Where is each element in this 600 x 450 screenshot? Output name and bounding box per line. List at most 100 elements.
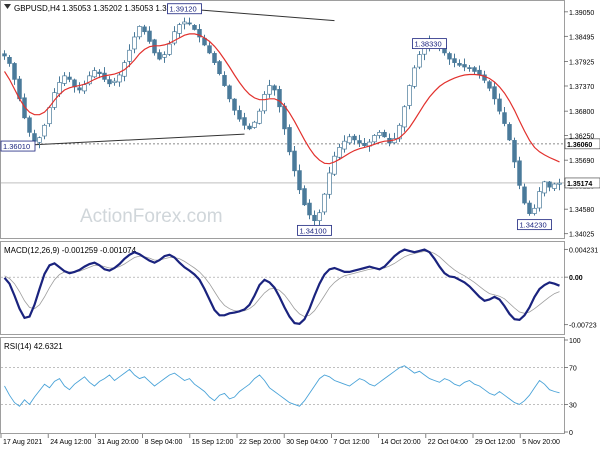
candle-body: [97, 71, 102, 74]
candle-body: [302, 188, 307, 206]
time-tick-label: 30 Sep 04:00: [286, 439, 328, 446]
candle-body: [497, 98, 502, 112]
candle-body: [282, 105, 287, 130]
candle-body: [292, 150, 297, 172]
candle-body: [107, 79, 112, 85]
candle-body: [252, 121, 257, 128]
candle-body: [552, 183, 557, 189]
rsi-tick-label: 70: [569, 366, 577, 373]
candle-body: [332, 155, 337, 175]
price-axis: 1.390501.384951.379251.373701.368001.362…: [564, 10, 600, 239]
candle-body: [62, 75, 67, 84]
candle-body: [322, 193, 327, 213]
price-tick-label: 1.38495: [569, 34, 594, 41]
candle-body: [502, 112, 507, 124]
time-tick-label: 7 Oct 12:00: [333, 439, 369, 446]
symbol-label: GBPUSD,H4: [14, 4, 61, 13]
candle-body: [492, 86, 497, 100]
candle-body: [247, 125, 252, 130]
candle-body: [517, 160, 522, 186]
candle-body: [307, 202, 312, 216]
watermark: ActionForex.com: [80, 206, 223, 227]
candle-body: [157, 52, 162, 60]
candle-body: [147, 30, 152, 42]
price-tick-label: 1.36800: [569, 109, 594, 116]
candle-body: [207, 45, 212, 54]
candle-body: [127, 49, 132, 62]
candle-body: [467, 67, 472, 69]
macd-tick-label: 0.004231: [569, 247, 598, 254]
candle-body: [257, 110, 262, 124]
candle-body: [457, 63, 462, 66]
candle-body: [352, 135, 357, 141]
candle-body: [42, 124, 47, 137]
candle-body: [372, 135, 377, 143]
price-label-text: 1.36010: [3, 142, 30, 151]
candle-body: [417, 54, 422, 68]
price-tick-label: 1.37370: [569, 84, 594, 91]
price-tick-label: 1.39050: [569, 10, 594, 17]
candle-body: [462, 64, 467, 68]
candle-body: [472, 67, 477, 72]
candle-body: [272, 85, 277, 91]
rsi-axis: 100 70 30 0: [564, 338, 581, 437]
candle-body: [477, 69, 482, 76]
rsi-tick-label: 0: [569, 430, 573, 437]
candle-body: [117, 74, 122, 83]
price-label-text: 1.38330: [415, 40, 442, 49]
candle-body: [337, 147, 342, 158]
candle-body: [237, 110, 242, 120]
candle-body: [2, 53, 7, 57]
candle-body: [7, 56, 12, 64]
candle-body: [47, 107, 52, 125]
candle-body: [532, 207, 537, 214]
candle-body: [57, 82, 62, 95]
candle-body: [297, 170, 302, 191]
time-axis: 17 Aug 2021 24 Aug 12:00 31 Aug 20:00 8 Sep…: [0, 434, 560, 446]
candle-body: [67, 76, 72, 80]
price-tick-label: 1.34025: [569, 232, 594, 239]
candle-body: [447, 53, 452, 60]
candle-body: [192, 25, 197, 30]
rsi-title: RSI(14) 42.6321: [4, 342, 63, 351]
candle-body: [342, 140, 347, 150]
candle-body: [227, 85, 232, 100]
time-tick-label: 22 Sep 20:00: [239, 439, 281, 446]
candle-body: [267, 85, 272, 95]
candle-body: [312, 214, 317, 222]
current-price-label: 1.35174: [567, 181, 592, 188]
ohlc-readout: 1.35053 1.35202 1.35053 1.35174: [62, 4, 185, 13]
candle-body: [512, 140, 517, 163]
candle-body: [92, 70, 97, 78]
candle-body: [212, 53, 217, 63]
candle-body: [162, 54, 167, 58]
price-tick-label: 1.37925: [569, 60, 594, 67]
candle-body: [77, 87, 82, 91]
price-label-text: 1.34100: [300, 226, 327, 235]
candle-body: [142, 26, 147, 33]
rsi-panel-frame: [0, 337, 565, 434]
candle-body: [542, 181, 547, 194]
candle-body: [412, 67, 417, 87]
candle-body: [527, 202, 532, 214]
macd-title: MACD(12,26,9) -0.001259 -0.001074: [4, 246, 137, 255]
candle-body: [487, 81, 492, 89]
candle-body: [132, 36, 137, 50]
candle-body: [547, 181, 552, 188]
rsi-tick-label: 100: [569, 338, 581, 345]
candle-body: [82, 84, 87, 92]
price-tick-label: 1.35690: [569, 158, 594, 165]
candle-body: [362, 142, 367, 146]
candle-body: [167, 43, 172, 55]
candle-body: [557, 182, 562, 185]
candle-body: [242, 117, 247, 126]
candle-body: [452, 58, 457, 63]
time-tick-label: 15 Sep 12:00: [192, 439, 234, 446]
candle-body: [377, 132, 382, 136]
time-tick-label: 22 Oct 04:00: [428, 439, 468, 446]
candle-body: [522, 186, 527, 204]
time-tick-label: 31 Aug 20:00: [97, 439, 138, 446]
candle-body: [37, 137, 42, 143]
candle-body: [537, 191, 542, 209]
rsi-tick-label: 30: [569, 402, 577, 409]
